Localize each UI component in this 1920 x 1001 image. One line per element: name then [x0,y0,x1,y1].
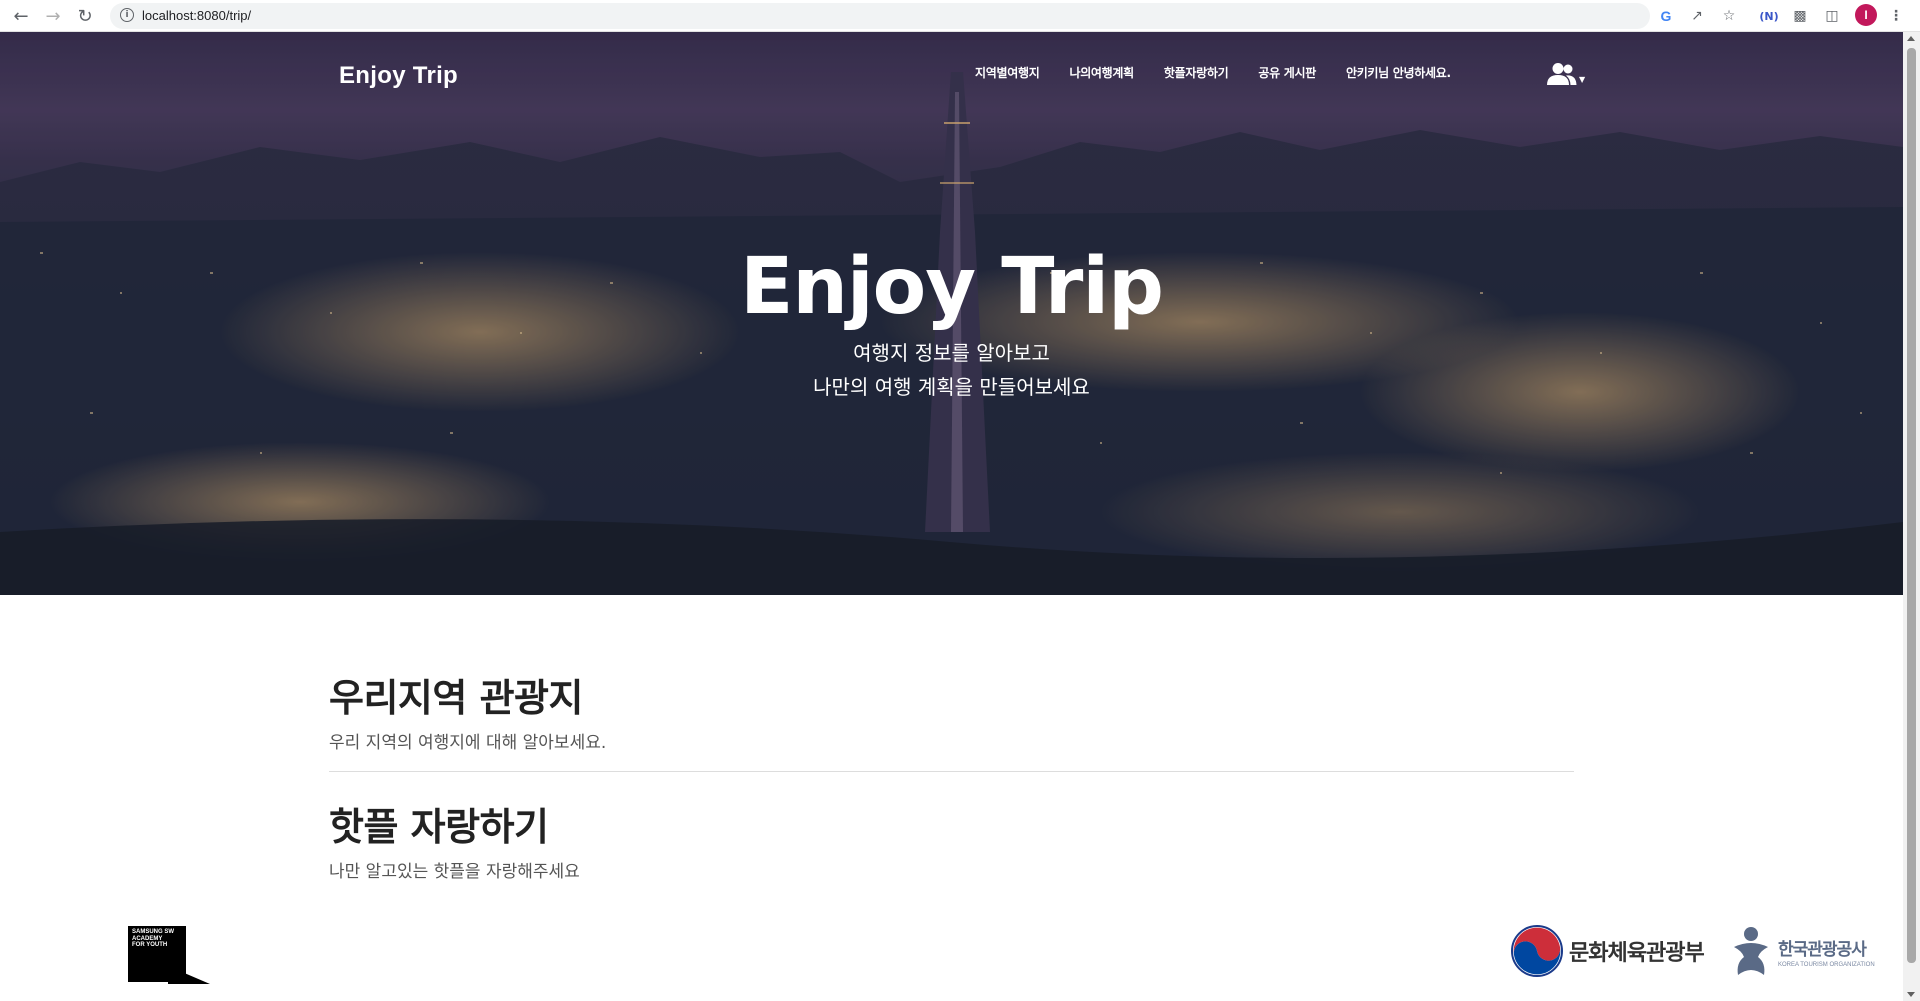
puzzle-extensions-icon[interactable]: ▩ [1789,5,1811,27]
section-title[interactable]: 핫플 자랑하기 [329,796,580,851]
browser-toolbar: ← → ↻ i localhost:8080/trip/ G ↗ ☆ (N) ▩… [0,0,1920,32]
brand-logo[interactable]: Enjoy Trip [339,62,458,90]
google-icon[interactable]: G [1655,5,1677,27]
kto-figure-icon [1734,927,1768,975]
section-description: 나만 알고있는 핫플을 자랑해주세요 [329,862,580,882]
scrollbar-thumb[interactable] [1907,48,1916,963]
bookmark-star-icon[interactable]: ☆ [1718,5,1740,27]
users-icon [1547,63,1577,85]
scroll-up-icon[interactable] [1907,36,1915,41]
forward-arrow-icon[interactable]: → [42,5,64,27]
section-title[interactable]: 우리지역 관광지 [329,667,606,722]
side-panel-icon[interactable]: ◫ [1821,5,1843,27]
kto-english-name: KOREA TOURISM ORGANIZATION [1778,961,1875,968]
hero-subtitle-line1: 여행지 정보를 알아보고 [853,341,1050,365]
kto-name: 한국관광공사 [1778,939,1867,960]
nav-link-board[interactable]: 공유 게시판 [1258,64,1316,81]
section-divider [329,771,1574,772]
mcst-logo: 문화체육관광부 [1511,925,1705,977]
user-menu-dropdown[interactable]: ▼ [1547,62,1585,86]
section-description: 우리 지역의 여행지에 대해 알아보세요. [329,733,607,753]
taegeuk-icon [1511,925,1563,977]
chevron-down-icon: ▼ [1579,75,1586,84]
reload-icon[interactable]: ↻ [74,5,96,27]
scroll-down-icon[interactable] [1907,992,1915,997]
site-info-icon[interactable]: i [120,8,134,22]
share-icon[interactable]: ↗ [1686,5,1708,27]
nav-greeting: 안키키님 안녕하세요. [1345,66,1451,80]
hero-section: Enjoy Trip 지역별여행지 나의여행계획 핫플자랑하기 공유 게시판 안… [0,32,1903,595]
ssafy-logo-text: SAMSUNG SW ACADEMY FOR YOUTH [132,929,174,948]
section-hotplace[interactable]: 핫플 자랑하기 나만 알고있는 핫플을 자랑해주세요 [329,796,580,882]
url-text: localhost:8080/trip/ [142,8,252,23]
nav-link-my-trip-plan[interactable]: 나의여행계획 [1069,64,1134,81]
extension-icon[interactable]: (N) [1758,5,1780,27]
section-local-attractions[interactable]: 우리지역 관광지 우리 지역의 여행지에 대해 알아보세요. [329,667,606,753]
hero-title: Enjoy Trip [740,242,1164,332]
top-navigation: 지역별여행지 나의여행계획 핫플자랑하기 공유 게시판 안키키님 안녕하세요. [975,64,1481,81]
menu-kebab-icon[interactable]: ⋮ [1885,5,1907,27]
nav-link-regional-spots[interactable]: 지역별여행지 [975,64,1040,81]
hero-subtitle-line2: 나만의 여행 계획을 만들어보세요 [813,375,1090,399]
kto-logo: 한국관광공사 KOREA TOURISM ORGANIZATION [1730,925,1875,977]
nav-link-hotplace[interactable]: 핫플자랑하기 [1164,64,1229,81]
ssafy-logo: SAMSUNG SW ACADEMY FOR YOUTH [128,926,210,984]
back-arrow-icon[interactable]: ← [10,5,32,27]
mcst-name: 문화체육관광부 [1569,941,1705,966]
page-scrollbar[interactable] [1903,32,1920,1001]
address-bar[interactable] [110,3,1650,29]
profile-avatar[interactable]: I [1855,4,1877,26]
